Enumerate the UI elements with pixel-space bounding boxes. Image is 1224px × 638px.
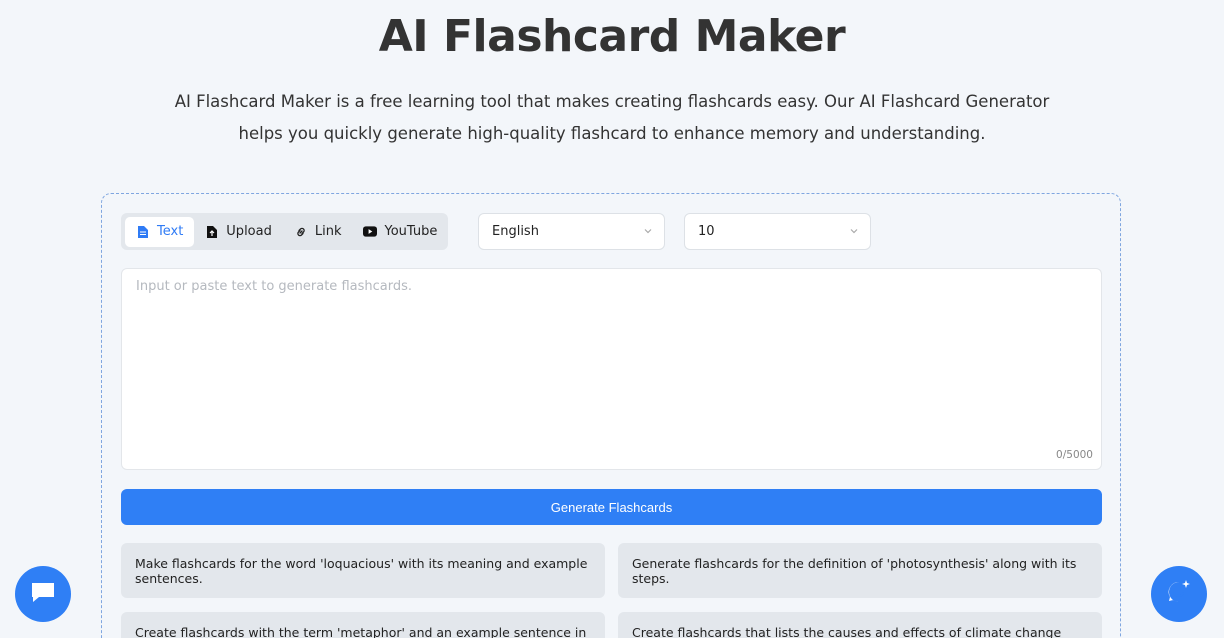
chat-button[interactable] (15, 566, 71, 622)
chat-bubble-icon (30, 580, 56, 608)
text-input[interactable] (121, 268, 1102, 470)
tab-link-label: Link (314, 224, 342, 239)
tab-text[interactable]: Text (125, 216, 195, 247)
upload-file-icon (205, 225, 219, 239)
input-type-tabs: Text Upload Link YouTube (121, 213, 448, 250)
link-icon (294, 225, 308, 239)
tab-youtube-label: YouTube (384, 224, 438, 239)
tab-upload-label: Upload (226, 224, 272, 239)
example-prompt[interactable]: Make flashcards for the word 'loquacious… (121, 543, 605, 598)
document-icon (136, 225, 150, 239)
language-select-value: English (492, 224, 539, 239)
character-counter: 0/5000 (1056, 449, 1093, 461)
chevron-down-icon (642, 225, 654, 241)
example-prompt[interactable]: Create flashcards that lists the causes … (618, 612, 1102, 638)
ai-assistant-button[interactable] (1151, 566, 1207, 622)
generator-card: Text Upload Link YouTube English 10 Inpu… (101, 193, 1121, 638)
example-prompt[interactable]: Generate flashcards for the definition o… (618, 543, 1102, 598)
generate-flashcards-button[interactable]: Generate Flashcards (121, 489, 1102, 525)
count-select[interactable]: 10 (684, 213, 871, 250)
tab-text-label: Text (157, 224, 184, 239)
chevron-down-icon (848, 225, 860, 241)
count-select-value: 10 (698, 224, 715, 239)
page: AI Flashcard Maker AI Flashcard Maker is… (0, 0, 1224, 638)
page-title: AI Flashcard Maker (378, 11, 846, 62)
language-select[interactable]: English (478, 213, 665, 250)
page-subtitle: AI Flashcard Maker is a free learning to… (174, 92, 1050, 143)
youtube-icon (363, 225, 378, 239)
example-prompt[interactable]: Create flashcards with the term 'metapho… (121, 612, 605, 638)
tab-youtube[interactable]: YouTube (352, 217, 448, 247)
tab-upload[interactable]: Upload (194, 217, 283, 247)
ai-chat-icon (1164, 577, 1194, 611)
tab-link[interactable]: Link (283, 217, 353, 247)
